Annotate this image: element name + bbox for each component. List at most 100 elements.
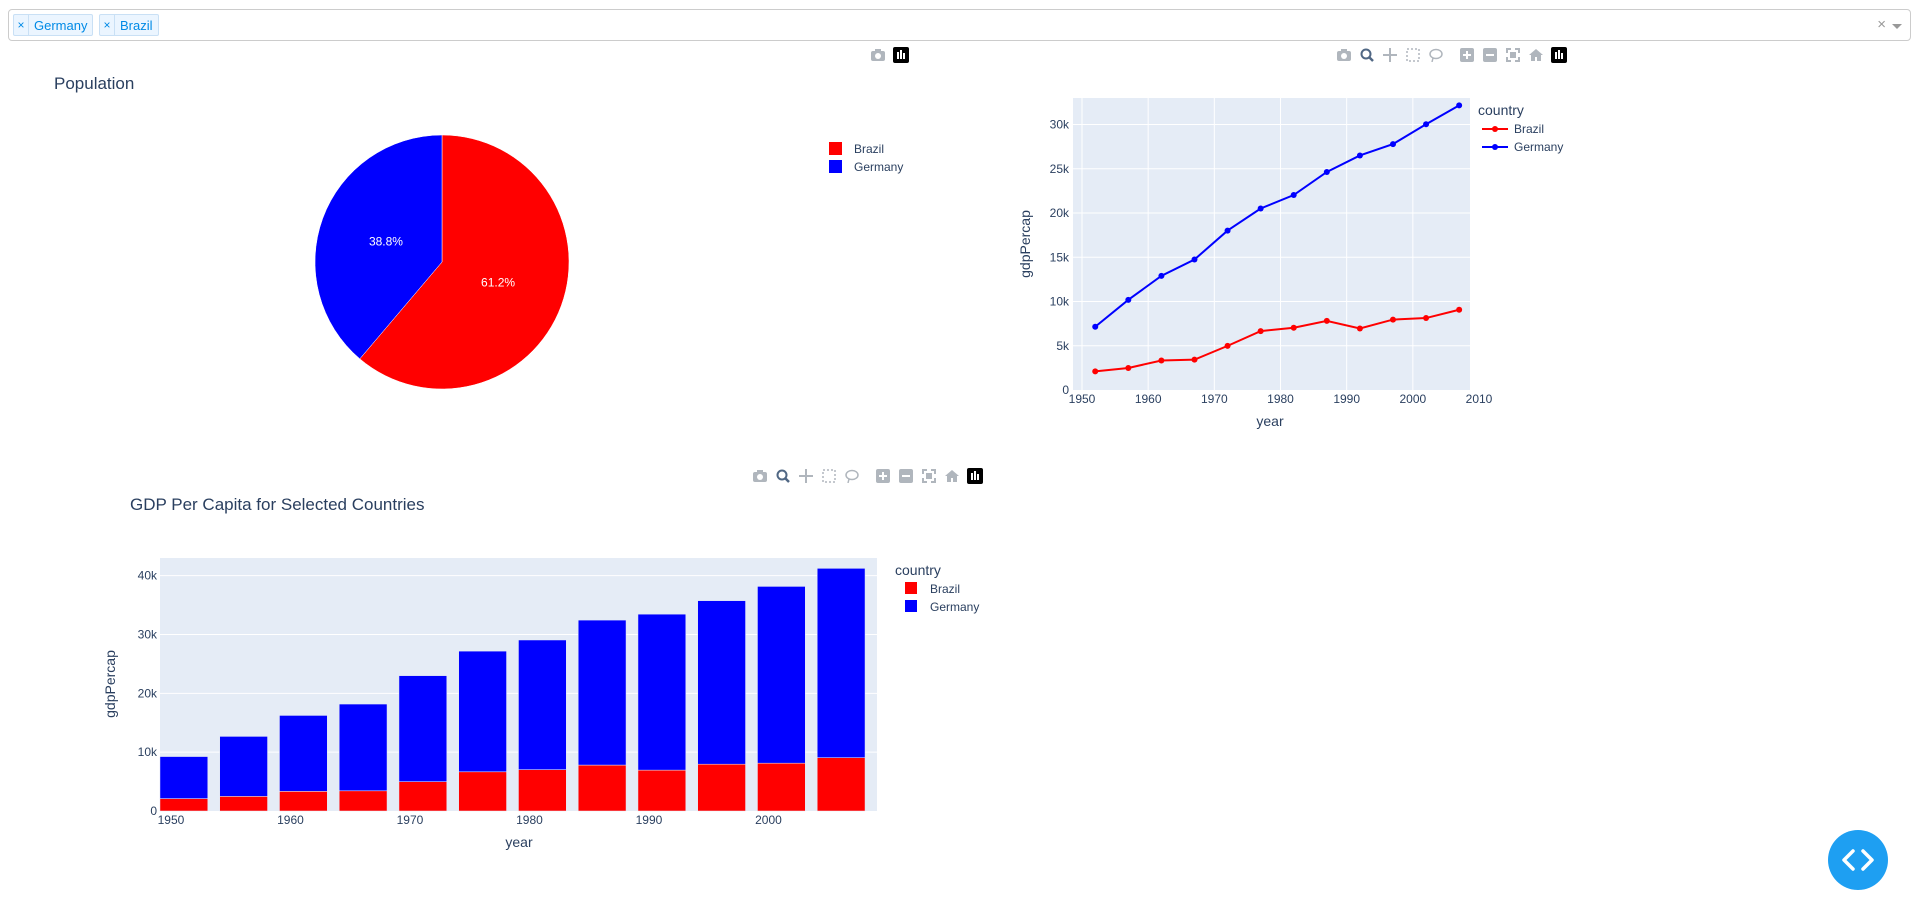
- bar-brazil[interactable]: [279, 791, 328, 812]
- camera-icon[interactable]: [870, 47, 886, 63]
- line-legend: country Brazil Germany: [1478, 102, 1563, 154]
- line-point-brazil[interactable]: [1224, 342, 1231, 349]
- line-point-germany[interactable]: [1323, 168, 1330, 175]
- line-point-germany[interactable]: [1158, 272, 1165, 279]
- zoom-in-icon[interactable]: [875, 468, 891, 484]
- pan-icon[interactable]: [798, 468, 814, 484]
- bar-modebar: [752, 466, 983, 486]
- bar-legend-label-germany[interactable]: Germany: [930, 600, 979, 614]
- line-point-brazil[interactable]: [1456, 306, 1463, 313]
- bar-germany[interactable]: [816, 568, 866, 758]
- line-point-brazil[interactable]: [1323, 317, 1330, 324]
- line-point-germany[interactable]: [1092, 323, 1099, 330]
- line-series-germany[interactable]: [1094, 104, 1460, 328]
- bar-legend-label-brazil[interactable]: Brazil: [930, 582, 960, 596]
- bar-brazil[interactable]: [398, 781, 448, 812]
- bar-brazil[interactable]: [757, 762, 806, 812]
- bar-brazil[interactable]: [577, 764, 627, 812]
- line-plot-area[interactable]: [1073, 98, 1470, 390]
- bar-legend-swatch-brazil[interactable]: [905, 582, 917, 594]
- bar-brazil[interactable]: [816, 757, 866, 812]
- bar-germany[interactable]: [159, 756, 209, 799]
- pan-icon[interactable]: [1382, 47, 1398, 63]
- bar-brazil[interactable]: [159, 798, 209, 812]
- bar-brazil[interactable]: [219, 796, 268, 812]
- line-point-brazil[interactable]: [1092, 368, 1099, 375]
- bar-germany[interactable]: [518, 639, 567, 770]
- plotly-logo-icon[interactable]: [1551, 47, 1567, 63]
- home-icon[interactable]: [1528, 47, 1544, 63]
- legend-label-brazil[interactable]: Brazil: [854, 142, 884, 156]
- remove-brazil-icon[interactable]: ×: [100, 15, 115, 35]
- bar-brazil[interactable]: [338, 790, 388, 812]
- lasso-select-icon[interactable]: [1428, 47, 1444, 63]
- pie-slice-germany[interactable]: [314, 134, 443, 360]
- line-point-brazil[interactable]: [1125, 364, 1132, 371]
- dev-tools-button[interactable]: [1828, 830, 1888, 890]
- legend-swatch-germany[interactable]: [829, 160, 842, 173]
- bar-germany[interactable]: [637, 613, 687, 771]
- bar-brazil[interactable]: [458, 771, 507, 812]
- box-select-icon[interactable]: [821, 468, 837, 484]
- line-point-germany[interactable]: [1290, 192, 1297, 199]
- plotly-logo-icon[interactable]: [893, 47, 909, 63]
- line-point-brazil[interactable]: [1356, 325, 1363, 332]
- line-legend-label-germany[interactable]: Germany: [1514, 140, 1563, 154]
- line-point-germany[interactable]: [1191, 256, 1198, 263]
- line-y-tick: 10k: [1050, 295, 1070, 309]
- line-legend-label-brazil[interactable]: Brazil: [1514, 122, 1544, 136]
- chevron-down-icon[interactable]: [1892, 24, 1902, 29]
- plotly-logo-icon[interactable]: [967, 468, 983, 484]
- line-point-brazil[interactable]: [1158, 357, 1165, 364]
- line-point-brazil[interactable]: [1290, 324, 1297, 331]
- autoscale-icon[interactable]: [1505, 47, 1521, 63]
- line-y-tick: 30k: [1050, 118, 1070, 132]
- line-point-germany[interactable]: [1423, 121, 1430, 128]
- bar-plot-area[interactable]: [160, 558, 877, 811]
- zoom-icon[interactable]: [775, 468, 791, 484]
- bar-germany[interactable]: [577, 619, 627, 766]
- camera-icon[interactable]: [752, 468, 768, 484]
- zoom-out-icon[interactable]: [898, 468, 914, 484]
- line-point-brazil[interactable]: [1389, 316, 1396, 323]
- remove-germany-icon[interactable]: ×: [14, 15, 29, 35]
- pie-legend: Brazil Germany: [829, 142, 903, 174]
- autoscale-icon[interactable]: [921, 468, 937, 484]
- bar-germany[interactable]: [279, 715, 328, 792]
- lasso-select-icon[interactable]: [844, 468, 860, 484]
- zoom-icon[interactable]: [1359, 47, 1375, 63]
- line-y-tick: 20k: [1050, 206, 1070, 220]
- line-point-brazil[interactable]: [1423, 315, 1430, 322]
- line-legend-title: country: [1478, 102, 1524, 118]
- box-select-icon[interactable]: [1405, 47, 1421, 63]
- legend-label-germany[interactable]: Germany: [854, 160, 903, 174]
- line-point-germany[interactable]: [1356, 152, 1363, 159]
- bar-brazil[interactable]: [518, 769, 567, 812]
- bar-brazil[interactable]: [697, 763, 746, 812]
- zoom-in-icon[interactable]: [1459, 47, 1475, 63]
- line-point-germany[interactable]: [1125, 296, 1132, 303]
- line-point-germany[interactable]: [1257, 205, 1264, 212]
- bar-germany[interactable]: [338, 703, 388, 792]
- bar-y-axis-title: gdpPercap: [102, 650, 118, 718]
- bar-germany[interactable]: [757, 586, 806, 764]
- pie-slice-brazil[interactable]: [359, 134, 570, 390]
- home-icon[interactable]: [944, 468, 960, 484]
- country-multiselect[interactable]: × Germany × Brazil ×: [8, 9, 1911, 41]
- line-point-brazil[interactable]: [1257, 328, 1264, 335]
- bar-legend-swatch-germany[interactable]: [905, 600, 917, 612]
- line-point-germany[interactable]: [1456, 102, 1463, 109]
- bar-germany[interactable]: [697, 600, 746, 765]
- line-point-germany[interactable]: [1224, 227, 1231, 234]
- zoom-out-icon[interactable]: [1482, 47, 1498, 63]
- camera-icon[interactable]: [1336, 47, 1352, 63]
- clear-all-icon[interactable]: ×: [1877, 16, 1886, 33]
- bar-germany[interactable]: [398, 675, 448, 782]
- line-series-brazil[interactable]: [1095, 308, 1460, 373]
- bar-germany[interactable]: [219, 736, 268, 797]
- line-point-germany[interactable]: [1389, 141, 1396, 148]
- bar-germany[interactable]: [458, 650, 507, 773]
- bar-brazil[interactable]: [637, 769, 687, 812]
- line-point-brazil[interactable]: [1191, 356, 1198, 363]
- legend-swatch-brazil[interactable]: [829, 142, 842, 155]
